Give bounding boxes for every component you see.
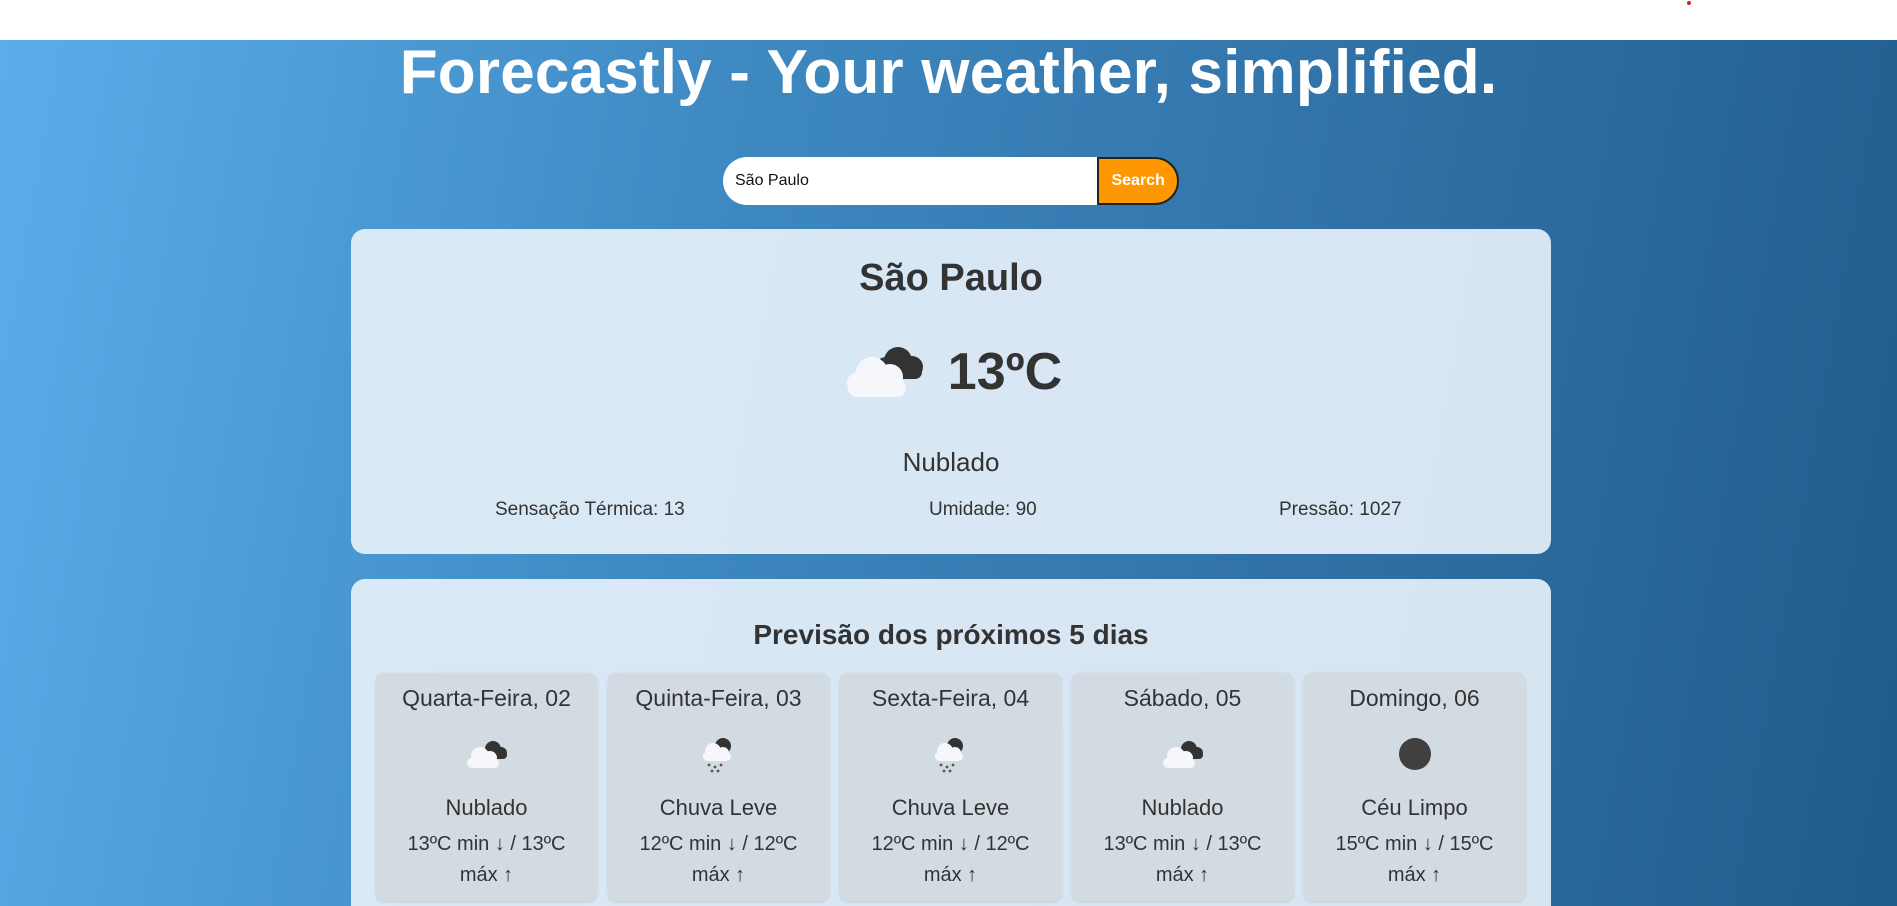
forecast-title: Previsão dos próximos 5 dias xyxy=(753,619,1149,650)
day-temperature: 13ºC min ↓ / 13ºC máx ↑ xyxy=(407,833,566,886)
search-button[interactable]: Search xyxy=(1097,157,1179,205)
cloudy-icon xyxy=(840,337,932,406)
forecast-day: Quinta-Feira, 03 Chuva Leve 12ºC min ↓ /… xyxy=(608,673,829,901)
current-temperature: 13ºC xyxy=(947,342,1063,401)
day-description: Chuva Leve xyxy=(891,795,1010,820)
day-description: Céu Limpo xyxy=(1361,795,1468,820)
current-temperature-row: 13ºC xyxy=(351,337,1551,406)
day-temperature: 15ºC min ↓ / 15ºC máx ↑ xyxy=(1335,833,1494,886)
feels-like: Sensação Térmica: 13 xyxy=(495,499,685,520)
forecast-day: Sábado, 05 Nublado 13ºC min ↓ / 13ºC máx… xyxy=(1072,673,1293,901)
humidity: Umidade: 90 xyxy=(929,499,1037,520)
day-name: Quarta-Feira, 02 xyxy=(402,685,571,711)
current-weather-card: São Paulo 13ºC Nublado Sensação Térmica:… xyxy=(351,229,1551,554)
forecast-day: Domingo, 06 Céu Limpo 15ºC min ↓ / 15ºC … xyxy=(1304,673,1525,901)
pressure: Pressão: 1027 xyxy=(1279,499,1402,520)
day-description: Nublado xyxy=(1141,795,1224,820)
light-rain-icon xyxy=(840,733,1061,775)
forecast-days: Quarta-Feira, 02 Nublado 13ºC min ↓ / 13… xyxy=(376,673,1526,905)
city-name: São Paulo xyxy=(859,257,1043,299)
search-bar: Search xyxy=(723,157,1179,205)
weather-app: Forecastly - Your weather, simplified. S… xyxy=(0,40,1897,906)
notification-dot xyxy=(1687,1,1691,5)
forecast-day: Sexta-Feira, 04 Chuva Leve 12ºC min ↓ / … xyxy=(840,673,1061,901)
browser-top-bar xyxy=(0,0,1897,40)
day-description: Chuva Leve xyxy=(659,795,778,820)
day-temperature: 12ºC min ↓ / 12ºC máx ↑ xyxy=(639,833,798,886)
search-input[interactable] xyxy=(723,157,1098,205)
clear-sky-icon xyxy=(1304,733,1525,775)
day-name: Domingo, 06 xyxy=(1349,685,1480,711)
day-name: Sexta-Feira, 04 xyxy=(871,685,1030,711)
weather-description: Nublado xyxy=(902,447,1000,477)
day-temperature: 12ºC min ↓ / 12ºC máx ↑ xyxy=(871,833,1030,886)
light-rain-icon xyxy=(608,733,829,775)
cloudy-icon xyxy=(1072,733,1293,775)
day-name: Sábado, 05 xyxy=(1123,685,1242,711)
forecast-card: Previsão dos próximos 5 dias Quarta-Feir… xyxy=(351,579,1551,906)
day-temperature: 13ºC min ↓ / 13ºC máx ↑ xyxy=(1103,833,1262,886)
day-name: Quinta-Feira, 03 xyxy=(635,685,802,711)
app-title: Forecastly - Your weather, simplified. xyxy=(399,40,1498,107)
cloudy-icon xyxy=(376,733,597,775)
day-description: Nublado xyxy=(445,795,528,820)
forecast-day: Quarta-Feira, 02 Nublado 13ºC min ↓ / 13… xyxy=(376,673,597,901)
